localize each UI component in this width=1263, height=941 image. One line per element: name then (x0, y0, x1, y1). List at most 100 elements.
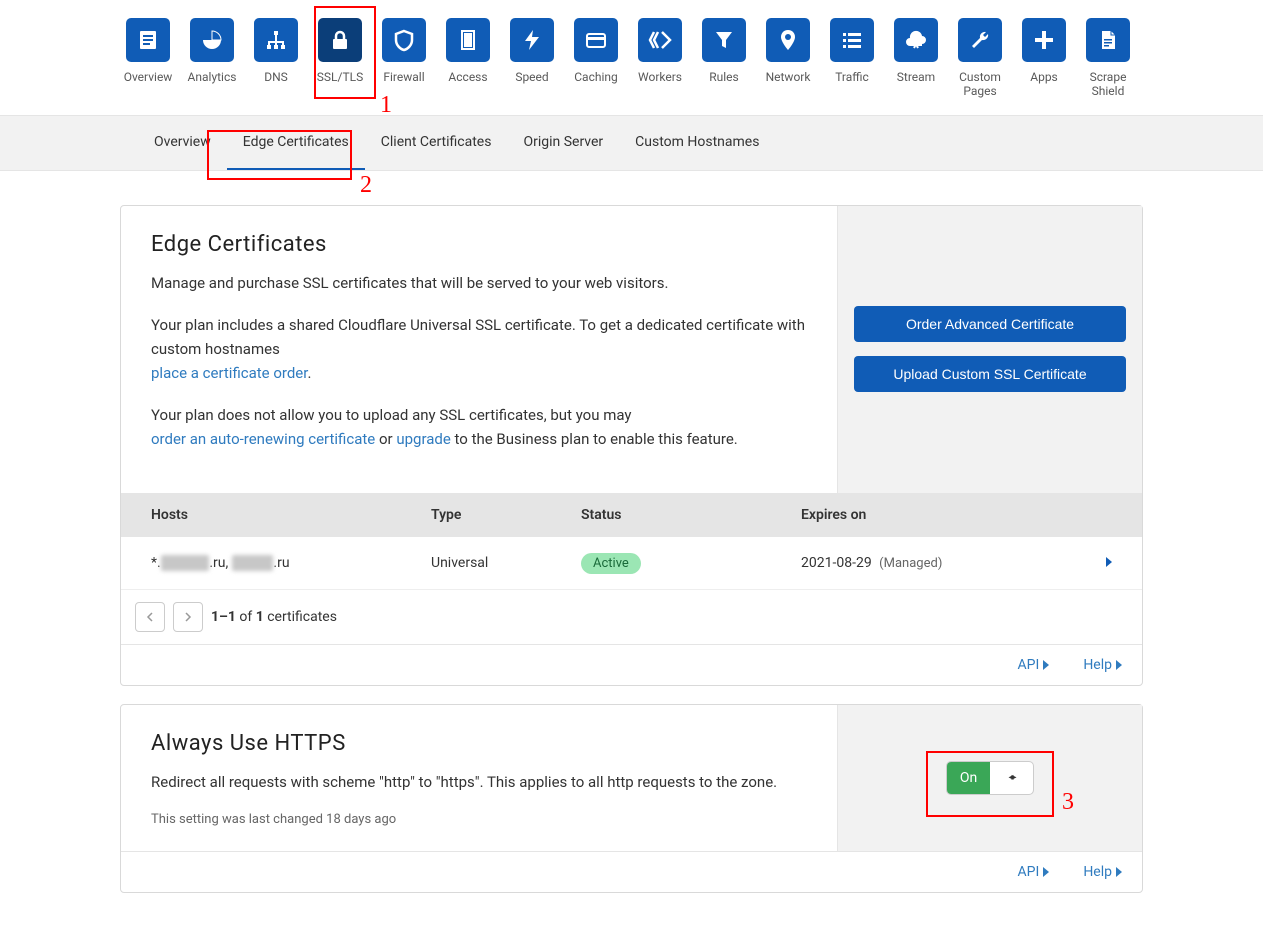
card-footer: API Help (121, 644, 1142, 685)
exp-date: 2021-08-29 (801, 555, 872, 571)
period: . (307, 364, 311, 382)
list-icon (830, 18, 874, 62)
annotation-num-3: 3 (1062, 789, 1074, 816)
nav-speed[interactable]: Speed (510, 18, 554, 99)
edge-plan-info: Your plan includes a shared Cloudflare U… (151, 313, 807, 385)
shield-icon (382, 18, 426, 62)
nav-ssl-tls[interactable]: SSL/TLS (318, 18, 362, 99)
card-icon (574, 18, 618, 62)
nav-custom-pages[interactable]: Custom Pages (958, 18, 1002, 99)
wrench-icon (958, 18, 1002, 62)
edge-upload-info: Your plan does not allow you to upload a… (151, 403, 807, 451)
content-area: Edge Certificates Manage and purchase SS… (0, 171, 1263, 941)
nav-label: Speed (515, 70, 548, 84)
api-link[interactable]: API (1018, 657, 1050, 673)
bolt-icon (510, 18, 554, 62)
col-type-header: Type (431, 507, 581, 523)
cert-hosts: *.xxxxxxx.ru, xxxxxx.ru (151, 555, 431, 571)
subtab-origin-server[interactable]: Origin Server (507, 116, 619, 170)
edge-upload-text: Your plan does not allow you to upload a… (151, 406, 632, 424)
col-status-header: Status (581, 507, 801, 523)
tree-icon (254, 18, 298, 62)
card-footer: API Help (121, 851, 1142, 892)
help-link[interactable]: Help (1083, 657, 1122, 673)
nav-label: Scrape Shield (1078, 70, 1138, 99)
caret-right-icon (1043, 867, 1049, 877)
host-suffix: .ru (273, 555, 289, 571)
pg-range: 1–1 (211, 609, 236, 625)
https-title: Always Use HTTPS (151, 731, 807, 756)
edge-certificates-card: Edge Certificates Manage and purchase SS… (120, 205, 1143, 686)
nav-stream[interactable]: Stream (894, 18, 938, 99)
toggle-handle: ◂▸ (990, 762, 1033, 794)
nav-apps[interactable]: Apps (1022, 18, 1066, 99)
status-badge: Active (581, 553, 641, 574)
nav-label: Workers (638, 70, 682, 84)
pagination-next-button[interactable] (173, 602, 203, 632)
upload-custom-ssl-button[interactable]: Upload Custom SSL Certificate (854, 356, 1126, 392)
nav-label: Apps (1030, 70, 1058, 84)
help-link[interactable]: Help (1083, 864, 1122, 880)
nav-firewall[interactable]: Firewall (382, 18, 426, 99)
col-expires-header: Expires on (801, 507, 1112, 523)
order-auto-renewing-link[interactable]: order an auto-renewing certificate (151, 430, 375, 448)
nav-scrape-shield[interactable]: Scrape Shield (1086, 18, 1130, 99)
col-hosts-header: Hosts (151, 507, 431, 523)
cert-status: Active (581, 555, 801, 571)
top-nav: Overview Analytics DNS SSL/TLS Firewall Acces… (0, 0, 1263, 116)
nav-access[interactable]: Access (446, 18, 490, 99)
nav-network[interactable]: Network (766, 18, 810, 99)
nav-rules[interactable]: Rules (702, 18, 746, 99)
pagination-text: 1–1 of 1 certificates (211, 609, 337, 625)
doc-icon (126, 18, 170, 62)
place-certificate-order-link[interactable]: place a certificate order (151, 364, 307, 382)
subtab-overview[interactable]: Overview (138, 116, 227, 170)
edge-desc: Manage and purchase SSL certificates tha… (151, 271, 807, 295)
help-label: Help (1083, 864, 1112, 880)
edge-upload-text2: to the Business plan to enable this feat… (451, 430, 738, 448)
page-icon (1086, 18, 1130, 62)
sub-tabs: OverviewEdge CertificatesClient Certific… (0, 116, 1263, 171)
nav-overview[interactable]: Overview (126, 18, 170, 99)
pagination: 1–1 of 1 certificates (121, 590, 1142, 644)
nav-dns[interactable]: DNS (254, 18, 298, 99)
order-advanced-certificate-button[interactable]: Order Advanced Certificate (854, 306, 1126, 342)
subtab-edge-certificates[interactable]: Edge Certificates (227, 116, 365, 170)
host-redacted: xxxxxxx (161, 555, 210, 571)
always-https-toggle[interactable]: On ◂▸ (946, 761, 1034, 795)
host-mid: .ru, (209, 555, 231, 571)
nav-label: Overview (124, 70, 173, 84)
certificate-table-row[interactable]: *.xxxxxxx.ru, xxxxxx.ru Universal Active… (121, 537, 1142, 590)
nav-analytics[interactable]: Analytics (190, 18, 234, 99)
api-link[interactable]: API (1018, 864, 1050, 880)
help-label: Help (1083, 657, 1112, 673)
nav-label: Network (766, 70, 811, 84)
nav-label: Rules (709, 70, 738, 84)
nav-label: Traffic (835, 70, 869, 84)
workers-icon (638, 18, 682, 62)
edge-plan-text: Your plan includes a shared Cloudflare U… (151, 316, 805, 358)
funnel-icon (702, 18, 746, 62)
pg-total: 1 (256, 609, 264, 625)
nav-traffic[interactable]: Traffic (830, 18, 874, 99)
pg-label: certificates (264, 609, 337, 625)
upgrade-link[interactable]: upgrade (396, 430, 450, 448)
pagination-prev-button[interactable] (135, 602, 165, 632)
exp-note: (Managed) (879, 556, 942, 571)
subtab-custom-hostnames[interactable]: Custom Hostnames (619, 116, 775, 170)
host-prefix: *. (151, 555, 161, 571)
caret-right-icon (1116, 660, 1122, 670)
cert-expires: 2021-08-29 (Managed) (801, 555, 1082, 571)
chevron-right-icon (183, 612, 193, 622)
nav-label: Analytics (188, 70, 237, 84)
pie-icon (190, 18, 234, 62)
subtab-client-certificates[interactable]: Client Certificates (365, 116, 508, 170)
nav-label: SSL/TLS (317, 70, 363, 84)
nav-caching[interactable]: Caching (574, 18, 618, 99)
nav-label: Firewall (383, 70, 424, 84)
expand-row[interactable] (1082, 555, 1112, 571)
api-label: API (1018, 864, 1040, 880)
caret-right-icon (1043, 660, 1049, 670)
nav-workers[interactable]: Workers (638, 18, 682, 99)
lock-icon (318, 18, 362, 62)
